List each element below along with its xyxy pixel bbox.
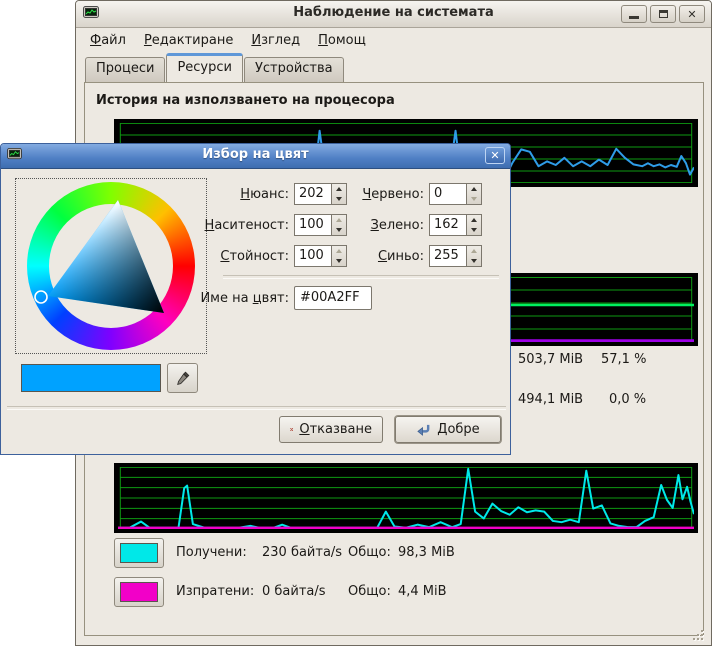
close-icon: ✕ <box>687 8 696 21</box>
memory-used-percent: 57,1 % <box>601 352 646 367</box>
dialog-close-button[interactable]: ✕ <box>485 147 505 164</box>
cancel-x-icon <box>290 423 293 436</box>
green-up-icon[interactable] <box>467 215 481 225</box>
dialog-title: Избор на цвят <box>1 147 510 162</box>
menu-file[interactable]: Файл <box>81 31 135 50</box>
tab-devices[interactable]: Устройства <box>244 57 344 82</box>
hue-selector[interactable] <box>35 291 47 303</box>
action-separator <box>7 406 506 410</box>
value-label: Стойност: <box>179 249 289 264</box>
color-name-input[interactable]: #00A2FF <box>294 286 372 310</box>
menu-view[interactable]: Изглед <box>242 31 309 50</box>
menubar: Файл Редактиране Изглед Помощ <box>76 28 711 52</box>
network-history-chart <box>114 463 698 533</box>
cpu-history-heading: История на използването на процесора <box>96 93 395 108</box>
tab-resources[interactable]: Ресурси <box>166 53 243 82</box>
saturation-label: Наситеност: <box>179 218 289 233</box>
cancel-button[interactable]: Отказване <box>279 416 383 443</box>
memory-used-value: 503,7 MiB <box>518 352 583 367</box>
sent-color-swatch <box>120 582 158 602</box>
color-picker-dialog: Избор на цвят ✕ Нюанс: 202 Наситеност: <box>0 143 511 455</box>
tab-processes[interactable]: Процеси <box>85 57 165 82</box>
sent-total-label: Общо: <box>348 584 391 599</box>
sent-rate: 0 байта/s <box>262 584 326 599</box>
resize-grip[interactable] <box>689 626 703 640</box>
red-label: Червено: <box>314 187 424 202</box>
menu-edit[interactable]: Редактиране <box>135 31 242 50</box>
red-down-icon[interactable] <box>467 194 481 204</box>
menu-help[interactable]: Помощ <box>309 31 375 50</box>
received-total-label: Общо: <box>348 545 391 560</box>
ok-enter-icon <box>416 423 431 437</box>
swap-used-value: 494,1 MiB <box>518 392 583 407</box>
sent-total: 4,4 MiB <box>398 584 447 599</box>
window-title: Наблюдение на системата <box>76 5 711 20</box>
minimize-button[interactable] <box>621 5 647 23</box>
red-up-icon[interactable] <box>467 184 481 194</box>
eyedropper-button[interactable] <box>167 363 198 393</box>
blue-down-icon[interactable] <box>467 256 481 266</box>
hsv-triangle[interactable] <box>16 179 206 353</box>
close-button[interactable]: ✕ <box>679 5 705 23</box>
received-color-button[interactable] <box>114 538 164 568</box>
received-color-swatch <box>120 543 158 563</box>
maximize-icon <box>659 10 668 18</box>
sent-color-button[interactable] <box>114 577 164 607</box>
eyedropper-icon <box>175 370 191 386</box>
dialog-close-icon: ✕ <box>490 149 499 162</box>
ok-button[interactable]: Добре <box>395 416 501 443</box>
ok-button-label: Добре <box>437 422 479 437</box>
color-name-label: Име на цвят: <box>179 291 289 306</box>
main-titlebar[interactable]: Наблюдение на системата ✕ <box>76 1 711 28</box>
blue-up-icon[interactable] <box>467 246 481 256</box>
sent-label: Изпратени: <box>176 584 254 599</box>
cancel-button-label: Отказване <box>299 422 372 437</box>
fields-separator <box>223 275 499 279</box>
blue-spinbox[interactable]: 255 <box>429 245 482 267</box>
received-total: 98,3 MiB <box>398 545 455 560</box>
blue-label: Синьо: <box>314 249 424 264</box>
tab-bar: Процеси Ресурси Устройства <box>85 53 345 82</box>
swap-used-percent: 0,0 % <box>609 392 646 407</box>
red-spinbox[interactable]: 0 <box>429 183 482 205</box>
green-spinbox[interactable]: 162 <box>429 214 482 236</box>
hue-label: Нюанс: <box>179 187 289 202</box>
received-rate: 230 байта/s <box>262 545 342 560</box>
color-preview-swatch <box>21 364 161 392</box>
color-wheel[interactable] <box>15 178 207 354</box>
green-down-icon[interactable] <box>467 225 481 235</box>
green-label: Зелено: <box>314 218 424 233</box>
maximize-button[interactable] <box>650 5 676 23</box>
dialog-titlebar[interactable]: Избор на цвят ✕ <box>1 144 510 169</box>
received-label: Получени: <box>176 545 247 560</box>
minimize-icon <box>629 16 639 19</box>
